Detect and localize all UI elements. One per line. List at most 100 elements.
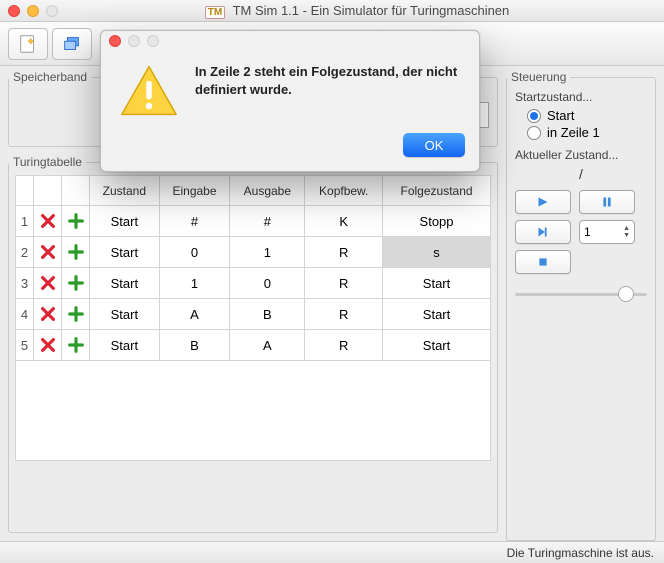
- play-icon: [534, 195, 552, 209]
- cell-input[interactable]: 1: [159, 268, 230, 299]
- col-delete: [34, 176, 62, 206]
- cell-output[interactable]: 0: [230, 268, 305, 299]
- cell-state[interactable]: Start: [90, 237, 160, 268]
- pause-icon: [598, 195, 616, 209]
- table-row[interactable]: 2 Start01Rs: [16, 237, 491, 268]
- table-header-row: Zustand Eingabe Ausgabe Kopfbew. Folgezu…: [16, 176, 491, 206]
- table-section: Turingtabelle Zustand Eingabe Ausgabe Ko…: [8, 155, 498, 533]
- cell-output[interactable]: #: [230, 206, 305, 237]
- add-row-button[interactable]: [62, 237, 90, 268]
- cell-next[interactable]: s: [383, 237, 491, 268]
- delete-row-button[interactable]: [34, 268, 62, 299]
- col-state: Zustand: [90, 176, 160, 206]
- cell-move[interactable]: R: [305, 237, 383, 268]
- table-row[interactable]: 5StartBARStart: [16, 330, 491, 361]
- slider-thumb[interactable]: [618, 286, 634, 302]
- status-bar: Die Turingmaschine ist aus.: [0, 541, 664, 563]
- pause-button[interactable]: [579, 190, 635, 214]
- row-number: 4: [16, 299, 34, 330]
- cell-next[interactable]: Stopp: [383, 206, 491, 237]
- toolbar-windows-button[interactable]: [52, 28, 92, 60]
- delete-row-button[interactable]: [34, 299, 62, 330]
- turing-table: Zustand Eingabe Ausgabe Kopfbew. Folgezu…: [15, 175, 491, 361]
- cell-move[interactable]: K: [305, 206, 383, 237]
- start-state-radio-line1[interactable]: in Zeile 1: [527, 125, 647, 140]
- current-state-value: /: [515, 166, 647, 182]
- col-move: Kopfbew.: [305, 176, 383, 206]
- stop-button[interactable]: [515, 250, 571, 274]
- add-row-button[interactable]: [62, 330, 90, 361]
- cell-next[interactable]: Start: [383, 299, 491, 330]
- col-output: Ausgabe: [230, 176, 305, 206]
- cell-state[interactable]: Start: [90, 299, 160, 330]
- alert-dialog: In Zeile 2 steht ein Folgezustand, der n…: [100, 30, 480, 172]
- col-next: Folgezustand: [383, 176, 491, 206]
- start-state-label: Startzustand...: [515, 90, 647, 104]
- add-row-button[interactable]: [62, 206, 90, 237]
- control-section: Steuerung Startzustand... Start in Zeile…: [506, 70, 656, 541]
- step-value: 1: [584, 225, 591, 239]
- cell-output[interactable]: 1: [230, 237, 305, 268]
- table-row[interactable]: 4StartABRStart: [16, 299, 491, 330]
- row-number: 2: [16, 237, 34, 268]
- dialog-zoom-icon: [147, 35, 159, 47]
- window-controls: [8, 5, 58, 17]
- col-rownum: [16, 176, 34, 206]
- close-window-icon[interactable]: [8, 5, 20, 17]
- cell-input[interactable]: B: [159, 330, 230, 361]
- delete-row-button[interactable]: [34, 237, 62, 268]
- add-row-button[interactable]: [62, 268, 90, 299]
- dialog-minimize-icon: [128, 35, 140, 47]
- cell-input[interactable]: A: [159, 299, 230, 330]
- start-state-radio-start[interactable]: Start: [527, 108, 647, 123]
- cell-output[interactable]: A: [230, 330, 305, 361]
- cell-move[interactable]: R: [305, 268, 383, 299]
- delete-row-button[interactable]: [34, 206, 62, 237]
- cell-move[interactable]: R: [305, 330, 383, 361]
- step-count-stepper[interactable]: 1 ▲▼: [579, 220, 635, 244]
- toolbar-new-button[interactable]: [8, 28, 48, 60]
- radio-label: Start: [547, 108, 574, 123]
- speed-slider[interactable]: [515, 284, 647, 304]
- cell-input[interactable]: 0: [159, 237, 230, 268]
- step-forward-icon: [534, 225, 552, 239]
- cell-next[interactable]: Start: [383, 268, 491, 299]
- table-row[interactable]: 1Start##KStopp: [16, 206, 491, 237]
- current-state-label: Aktueller Zustand...: [515, 148, 647, 162]
- cell-state[interactable]: Start: [90, 268, 160, 299]
- row-number: 5: [16, 330, 34, 361]
- cell-next[interactable]: Start: [383, 330, 491, 361]
- step-button[interactable]: [515, 220, 571, 244]
- app-badge: TM: [205, 6, 225, 19]
- warning-icon: [119, 63, 179, 119]
- stepper-arrows-icon[interactable]: ▲▼: [623, 225, 630, 239]
- cell-input[interactable]: #: [159, 206, 230, 237]
- status-text: Die Turingmaschine ist aus.: [507, 546, 654, 560]
- table-legend: Turingtabelle: [9, 155, 86, 169]
- cell-output[interactable]: B: [230, 299, 305, 330]
- window-title-text: TM Sim 1.1 - Ein Simulator für Turingmas…: [233, 3, 510, 18]
- add-row-button[interactable]: [62, 299, 90, 330]
- radio-label: in Zeile 1: [547, 125, 600, 140]
- stop-icon: [534, 255, 552, 269]
- dialog-close-icon[interactable]: [109, 35, 121, 47]
- radio-icon: [527, 126, 541, 140]
- control-legend: Steuerung: [507, 70, 570, 84]
- cell-state[interactable]: Start: [90, 330, 160, 361]
- table-empty-area: [15, 361, 491, 461]
- delete-row-button[interactable]: [34, 330, 62, 361]
- dialog-message: In Zeile 2 steht ein Folgezustand, der n…: [195, 63, 461, 119]
- play-button[interactable]: [515, 190, 571, 214]
- cell-state[interactable]: Start: [90, 206, 160, 237]
- radio-icon: [527, 109, 541, 123]
- minimize-window-icon[interactable]: [27, 5, 39, 17]
- table-row[interactable]: 3Start10RStart: [16, 268, 491, 299]
- zoom-window-icon[interactable]: [46, 5, 58, 17]
- row-number: 3: [16, 268, 34, 299]
- col-input: Eingabe: [159, 176, 230, 206]
- title-bar: TM TM Sim 1.1 - Ein Simulator für Turing…: [0, 0, 664, 22]
- row-number: 1: [16, 206, 34, 237]
- stacked-windows-icon: [61, 33, 83, 55]
- dialog-ok-button[interactable]: OK: [403, 133, 465, 157]
- cell-move[interactable]: R: [305, 299, 383, 330]
